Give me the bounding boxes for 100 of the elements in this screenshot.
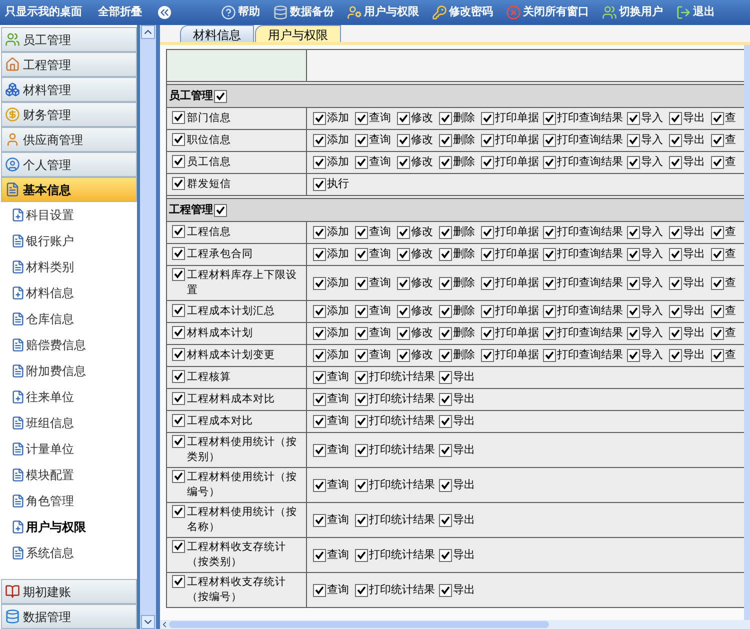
action-checkbox[interactable] <box>669 327 682 340</box>
sidebar-group[interactable]: 期初建账 <box>1 579 137 604</box>
action-checkbox[interactable] <box>439 327 452 340</box>
section-checkbox[interactable] <box>214 90 227 102</box>
action-checkbox[interactable] <box>481 226 494 239</box>
action-checkbox[interactable] <box>313 478 326 492</box>
action-checkbox[interactable] <box>355 276 368 290</box>
action-checkbox[interactable] <box>669 226 682 239</box>
sidebar-item[interactable]: 附加费信息 <box>1 358 137 384</box>
action-checkbox[interactable] <box>313 327 326 340</box>
action-checkbox[interactable] <box>543 276 556 290</box>
action-checkbox[interactable] <box>543 305 556 318</box>
action-checkbox[interactable] <box>439 444 452 456</box>
row-checkbox[interactable] <box>172 505 185 518</box>
action-checkbox[interactable] <box>355 548 368 562</box>
action-checkbox[interactable] <box>313 349 326 362</box>
action-checkbox[interactable] <box>481 156 494 169</box>
toolbar-button[interactable]: 修改密码 <box>432 4 493 21</box>
action-checkbox[interactable] <box>627 276 640 290</box>
row-checkbox[interactable] <box>172 247 185 260</box>
sidebar-item[interactable]: 往来单位 <box>1 384 137 410</box>
action-checkbox[interactable] <box>355 112 368 125</box>
action-checkbox[interactable] <box>355 415 368 428</box>
action-checkbox[interactable] <box>627 112 640 125</box>
action-checkbox[interactable] <box>313 248 326 261</box>
action-checkbox[interactable] <box>313 226 326 239</box>
action-checkbox[interactable] <box>481 327 494 340</box>
action-checkbox[interactable] <box>355 349 368 362</box>
action-checkbox[interactable] <box>397 305 410 318</box>
action-checkbox[interactable] <box>397 276 410 290</box>
sidebar-item[interactable]: 计量单位 <box>1 436 137 462</box>
action-checkbox[interactable] <box>313 444 326 456</box>
action-checkbox[interactable] <box>627 226 640 239</box>
action-checkbox[interactable] <box>439 514 452 526</box>
action-checkbox[interactable] <box>543 226 556 239</box>
action-checkbox[interactable] <box>669 134 682 147</box>
action-checkbox[interactable] <box>355 478 368 492</box>
action-checkbox[interactable] <box>543 327 556 340</box>
action-checkbox[interactable] <box>313 371 326 384</box>
sidebar-group[interactable]: 财务管理 <box>1 102 137 127</box>
action-checkbox[interactable] <box>313 305 326 318</box>
sidebar-group[interactable]: 个人管理 <box>1 152 137 177</box>
action-checkbox[interactable] <box>355 156 368 169</box>
action-checkbox[interactable] <box>355 134 368 147</box>
row-checkbox[interactable] <box>172 155 185 168</box>
row-checkbox[interactable] <box>172 225 185 238</box>
action-checkbox[interactable] <box>313 178 326 191</box>
action-checkbox[interactable] <box>627 305 640 318</box>
action-checkbox[interactable] <box>711 248 724 261</box>
action-checkbox[interactable] <box>543 134 556 147</box>
action-checkbox[interactable] <box>711 134 724 147</box>
sidebar-item[interactable]: 系统信息 <box>1 540 137 566</box>
sidebar-group[interactable]: 供应商管理 <box>1 127 137 152</box>
action-checkbox[interactable] <box>355 327 368 340</box>
action-checkbox[interactable] <box>481 276 494 290</box>
row-checkbox[interactable] <box>172 370 185 383</box>
action-checkbox[interactable] <box>439 112 452 125</box>
action-checkbox[interactable] <box>355 305 368 318</box>
toolbar-link[interactable]: 全部折叠 <box>98 4 142 21</box>
action-checkbox[interactable] <box>313 156 326 169</box>
row-checkbox[interactable] <box>172 111 185 124</box>
toolbar-button[interactable]: 关闭所有窗口 <box>506 4 589 21</box>
action-checkbox[interactable] <box>627 327 640 340</box>
action-checkbox[interactable] <box>313 415 326 428</box>
sidebar-group[interactable]: 材料管理 <box>1 77 137 102</box>
row-checkbox[interactable] <box>172 304 185 317</box>
section-checkbox[interactable] <box>214 204 227 216</box>
action-checkbox[interactable] <box>313 584 326 596</box>
action-checkbox[interactable] <box>397 248 410 261</box>
toolbar-button[interactable]: 切换用户 <box>602 4 663 21</box>
row-checkbox[interactable] <box>172 268 185 281</box>
tab[interactable]: 材料信息 <box>180 25 254 42</box>
row-checkbox[interactable] <box>172 348 185 361</box>
action-checkbox[interactable] <box>355 584 368 596</box>
action-checkbox[interactable] <box>711 276 724 290</box>
sidebar-group[interactable]: 基本信息 <box>1 177 137 202</box>
action-checkbox[interactable] <box>313 134 326 147</box>
vertical-scrollbar[interactable] <box>744 45 750 620</box>
action-checkbox[interactable] <box>355 226 368 239</box>
action-checkbox[interactable] <box>669 276 682 290</box>
row-checkbox[interactable] <box>172 470 185 483</box>
row-checkbox[interactable] <box>172 133 185 146</box>
action-checkbox[interactable] <box>481 349 494 362</box>
action-checkbox[interactable] <box>481 248 494 261</box>
action-checkbox[interactable] <box>627 134 640 147</box>
action-checkbox[interactable] <box>627 156 640 169</box>
sidebar-scrollbar[interactable] <box>140 25 156 629</box>
action-checkbox[interactable] <box>543 349 556 362</box>
action-checkbox[interactable] <box>439 276 452 290</box>
action-checkbox[interactable] <box>397 134 410 147</box>
action-checkbox[interactable] <box>397 226 410 239</box>
action-checkbox[interactable] <box>481 305 494 318</box>
row-checkbox[interactable] <box>172 326 185 339</box>
sidebar-group[interactable]: 工程管理 <box>1 52 137 77</box>
action-checkbox[interactable] <box>355 444 368 456</box>
action-checkbox[interactable] <box>439 478 452 492</box>
row-checkbox[interactable] <box>172 575 185 588</box>
scroll-left-icon[interactable] <box>160 620 169 629</box>
action-checkbox[interactable] <box>711 327 724 340</box>
horizontal-scrollbar[interactable] <box>160 620 750 629</box>
